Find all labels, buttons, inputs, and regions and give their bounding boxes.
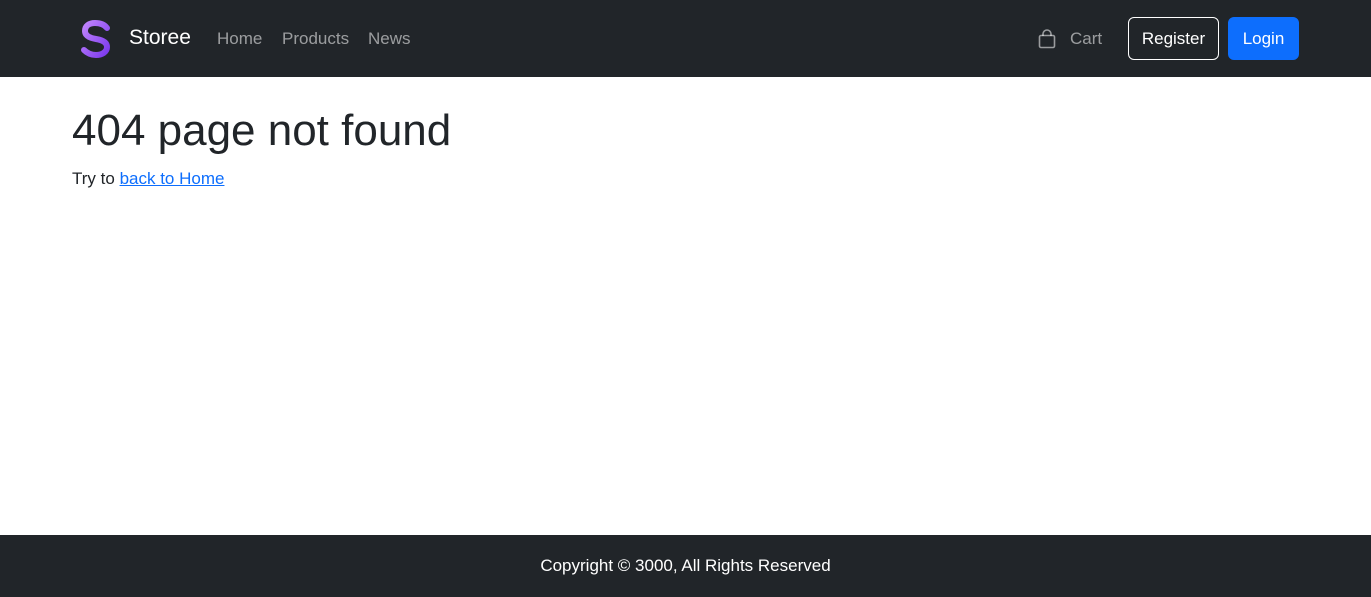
register-button[interactable]: Register	[1128, 17, 1219, 60]
brand-logo-icon[interactable]	[80, 20, 112, 58]
shopping-bag-icon	[1038, 29, 1056, 49]
copyright-text: Copyright © 3000, All Rights Reserved	[540, 556, 831, 575]
nav-link-home[interactable]: Home	[217, 28, 262, 50]
footer: Copyright © 3000, All Rights Reserved	[0, 535, 1371, 597]
nav-link-news[interactable]: News	[368, 28, 411, 50]
page-title: 404 page not found	[72, 106, 452, 155]
cart-label: Cart	[1070, 29, 1103, 48]
brand-name[interactable]: Storee	[129, 25, 191, 51]
login-button[interactable]: Login	[1228, 17, 1299, 60]
message-prefix: Try to	[72, 169, 115, 188]
navbar: Storee Home Products News Cart Register …	[0, 0, 1371, 77]
cart-link[interactable]: Cart	[1038, 27, 1102, 51]
page-message: Try to back to Home	[72, 168, 224, 190]
nav-link-products[interactable]: Products	[282, 28, 349, 50]
back-home-link[interactable]: back to Home	[120, 169, 225, 188]
